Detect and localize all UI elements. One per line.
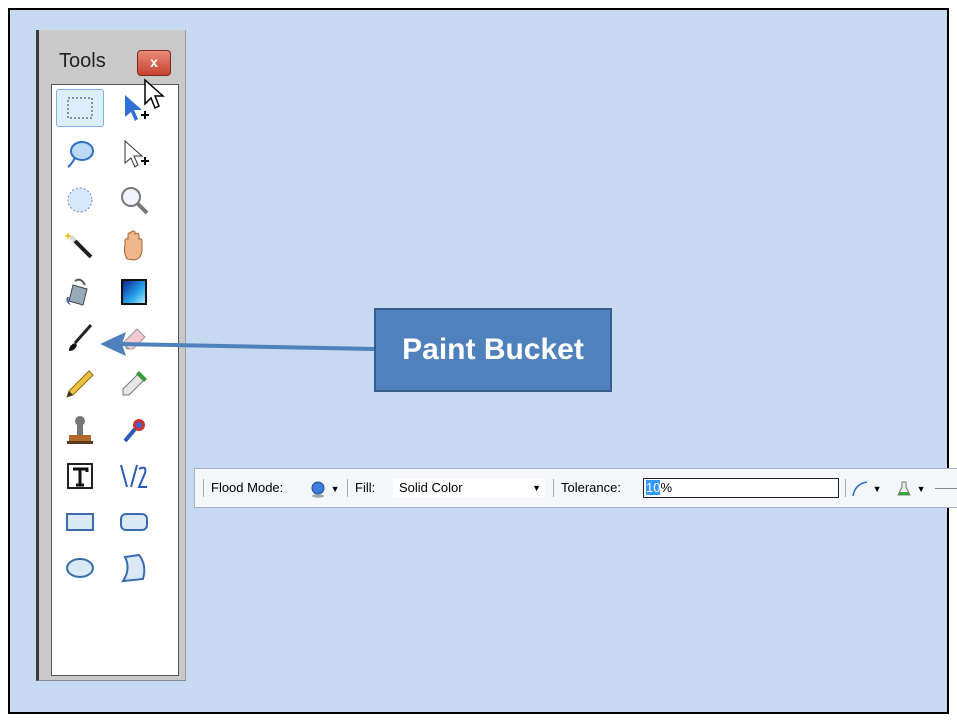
magnifier-icon [121,187,149,215]
rounded-rectangle-tool[interactable] [110,503,158,541]
paint-bucket-tool[interactable] [56,273,104,311]
ellipse-tool[interactable] [56,549,104,587]
paint-bucket-callout: Paint Bucket [374,308,612,392]
paintbrush-tool[interactable] [56,319,104,357]
recolor-tool[interactable] [110,411,158,449]
flood-mode-label: Flood Mode: [211,480,284,495]
ellipse-select-icon [67,187,93,213]
rectangle-icon [66,513,94,531]
line-curve-icon [120,464,147,488]
text-tool[interactable] [56,457,104,495]
blend-mode-dropdown[interactable]: ▼ [895,469,926,507]
paintbrush-icon [69,324,93,351]
freeform-shape-tool[interactable] [110,549,158,587]
eyedropper-icon [122,371,147,396]
recolor-icon [123,419,145,443]
tolerance-input[interactable]: 10% [643,478,839,498]
toolbar-overflow-line [935,488,957,489]
toolbar-separator [553,479,554,497]
fill-select-value: Solid Color [399,480,463,495]
fill-label: Fill: [355,480,376,495]
gradient-tool[interactable] [110,273,158,311]
line-curve-tool[interactable] [110,457,158,495]
fill-select[interactable]: Solid Color ▼ [393,478,545,498]
globe-icon [311,481,325,498]
eraser-tool[interactable] [110,319,158,357]
clone-stamp-tool[interactable] [56,411,104,449]
color-picker-tool[interactable] [110,365,158,403]
chevron-down-icon: ▼ [916,484,926,494]
tools-window: Tools x [36,30,186,681]
chevron-down-icon: ▼ [872,484,882,494]
rectangle-select-icon [67,97,93,119]
toolbar-separator [347,479,348,497]
freeform-shape-icon [120,553,146,583]
tolerance-selected-text: 10 [646,480,661,495]
rectangle-select-tool[interactable] [56,89,104,127]
gradient-icon [121,279,147,305]
antialiasing-dropdown[interactable]: ▼ [851,469,882,507]
close-button[interactable]: x [137,50,171,76]
pan-tool[interactable] [110,227,158,265]
rectangle-tool[interactable] [56,503,104,541]
zoom-tool[interactable] [110,181,158,219]
flood-mode-dropdown[interactable]: ▼ [309,469,340,507]
chevron-down-icon: ▼ [330,484,340,494]
rounded-rectangle-icon [120,513,148,531]
eraser-icon [122,328,146,350]
tools-window-title: Tools [59,50,106,72]
pencil-tool[interactable] [56,365,104,403]
hand-icon [123,230,143,261]
magic-wand-icon [64,232,93,259]
tolerance-unit: % [660,480,673,495]
stamp-icon [67,416,93,444]
text-icon [67,463,93,489]
tolerance-label: Tolerance: [561,480,621,495]
toolbar-separator [845,479,846,497]
lasso-select-tool[interactable] [56,135,104,173]
ellipse-select-tool[interactable] [56,181,104,219]
antialiasing-curve-icon [852,480,868,496]
chevron-down-icon: ▼ [532,483,541,493]
toolbar-grip [203,479,204,497]
tool-options-toolbar: Flood Mode: ▼ Fill: Solid Color ▼ Tolera… [194,468,957,508]
magic-wand-tool[interactable] [56,227,104,265]
paint-bucket-icon [66,278,88,306]
lasso-icon [67,141,94,168]
ellipse-icon [66,558,94,578]
tool-palette [51,84,179,676]
flask-icon [897,481,911,496]
mouse-cursor-icon [144,78,165,110]
pencil-icon [66,370,94,398]
move-selection-tool[interactable] [110,135,158,173]
move-selection-icon [124,139,149,168]
